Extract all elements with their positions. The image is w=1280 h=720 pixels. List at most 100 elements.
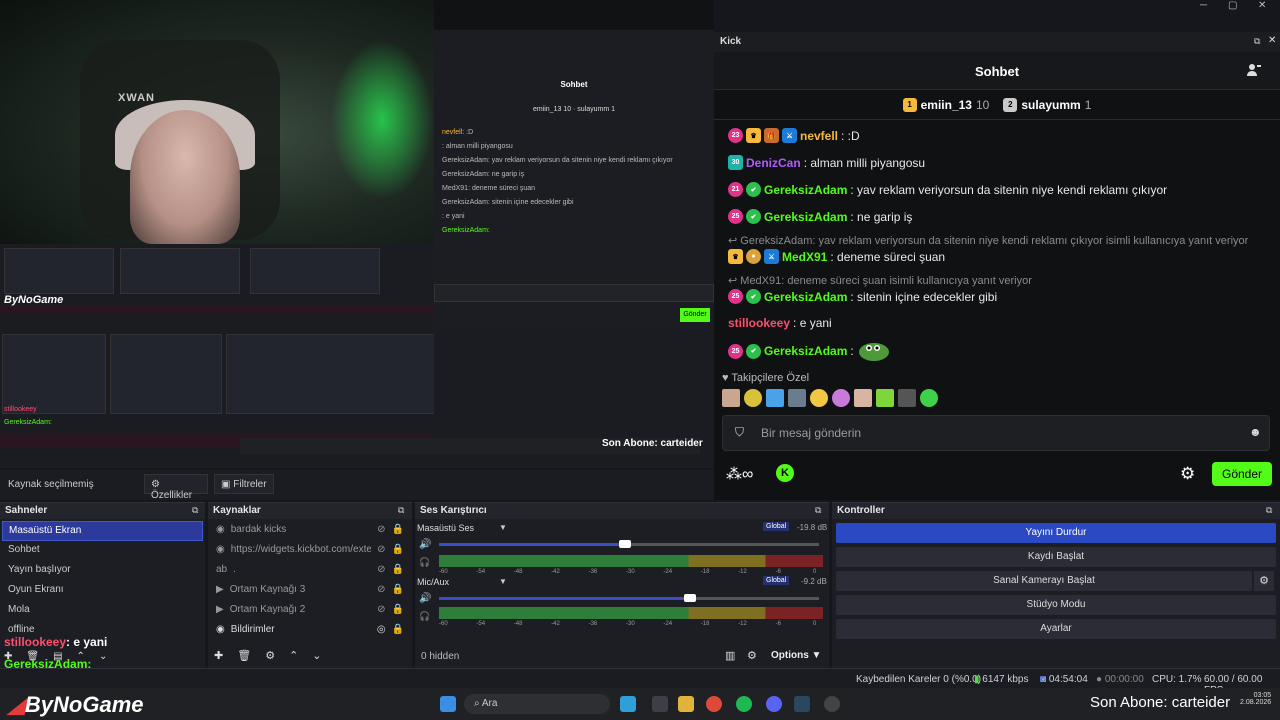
settings-button[interactable]: Ayarlar [836, 619, 1276, 639]
chevron-down-icon[interactable]: ▼ [499, 523, 507, 532]
settings-gear-icon[interactable]: ⚙ [1180, 464, 1195, 484]
username[interactable]: MedX91 [782, 250, 827, 264]
volume-handle[interactable] [619, 540, 632, 548]
up-icon[interactable]: ⌃ [289, 649, 298, 662]
chat-input-placeholder[interactable]: Bir mesaj gönderin [761, 426, 861, 440]
start-recording-button[interactable]: Kaydı Başlat [836, 547, 1276, 567]
emote-icon[interactable] [810, 389, 828, 407]
source-item[interactable]: ▶ Ortam Kaynağı 2 ⊘ 🔒 [210, 601, 410, 621]
send-button[interactable]: Gönder [1212, 462, 1272, 486]
scene-item[interactable]: Yayın başlıyor [2, 561, 203, 581]
kick-close-icon[interactable]: ✕ [1268, 35, 1276, 46]
eye-icon[interactable]: ◎ [377, 624, 386, 638]
chat-message[interactable]: 21 ✔ GereksizAdam : yav reklam veriyorsu… [728, 182, 1167, 197]
windows-start-icon[interactable] [440, 696, 456, 712]
discord-icon[interactable] [766, 696, 782, 712]
emote-icon[interactable] [898, 389, 916, 407]
speaker-icon[interactable]: 🔊 [419, 539, 431, 550]
shield-icon[interactable]: ⛉ [735, 425, 744, 440]
emote-icon[interactable] [832, 389, 850, 407]
chat-input-box[interactable]: ⛉ Bir mesaj gönderin ☻ [722, 415, 1270, 451]
edge-icon[interactable] [620, 696, 636, 712]
source-item[interactable]: ▶ Ortam Kaynağı 3 ⊘ 🔒 [210, 581, 410, 601]
chat-message[interactable]: 25 ✔ GereksizAdam : ne garip iş [728, 209, 912, 224]
chat-message[interactable]: 23 ♛ 🎁 ⚔ nevfell : :D [728, 128, 860, 143]
points-icon[interactable]: ⁂∞ [726, 464, 753, 484]
dock-icon[interactable]: ⧉ [1266, 505, 1272, 516]
dock-icon[interactable]: ⧉ [192, 505, 198, 516]
add-icon[interactable]: ✚ [214, 649, 223, 662]
username[interactable]: DenizCan [746, 156, 801, 170]
username[interactable]: GereksizAdam [764, 290, 847, 304]
scene-item[interactable]: Oyun Ekranı [2, 581, 203, 601]
hidden-eye-icon[interactable]: ⊘ [377, 544, 385, 558]
username[interactable]: nevfell [800, 129, 838, 143]
filters-button[interactable]: ▣ Filtreler [214, 474, 274, 494]
chat-message[interactable]: 30 DenizCan : alman milli piyangosu [728, 155, 925, 170]
chat-message[interactable]: stillookeey : e yani [728, 316, 832, 330]
chat-message[interactable]: 25 ✔ GereksizAdam : [728, 340, 891, 362]
emote-icon[interactable] [722, 389, 740, 407]
lock-icon[interactable]: 🔒 [392, 544, 404, 558]
reply-context[interactable]: ↩ GereksizAdam: yav reklam veriyorsun da… [728, 234, 1248, 247]
chevron-down-icon[interactable]: ▼ [499, 577, 507, 586]
volume-handle[interactable] [683, 594, 696, 602]
scene-item[interactable]: Masaüstü Ekran [2, 521, 203, 541]
scene-item[interactable]: Mola [2, 601, 203, 621]
folder-icon[interactable] [678, 696, 694, 712]
lock-icon[interactable]: 🔒 [392, 624, 404, 638]
maximize-icon[interactable]: ▢ [1228, 0, 1237, 11]
scene-item[interactable]: Sohbet [2, 541, 203, 561]
spotify-icon[interactable] [736, 696, 752, 712]
lock-icon[interactable]: 🔒 [392, 584, 404, 598]
app-icon[interactable] [652, 696, 668, 712]
virtual-camera-button[interactable]: Sanal Kamerayı Başlat [836, 571, 1252, 591]
virtual-camera-settings-icon[interactable]: ⚙ [1254, 571, 1274, 591]
emoji-icon[interactable]: ☻ [1249, 425, 1262, 439]
username[interactable]: stillookeey [728, 316, 790, 330]
user-settings-icon[interactable] [1246, 62, 1262, 78]
emote-icon[interactable] [744, 389, 762, 407]
close-icon[interactable]: ✕ [1258, 0, 1266, 11]
lock-icon[interactable]: 🔒 [392, 604, 404, 618]
lock-icon[interactable]: 🔒 [392, 524, 404, 538]
reply-context[interactable]: ↩ MedX91: deneme süreci şuan isimli kull… [728, 274, 1032, 287]
options-button[interactable]: Options ▼ [771, 650, 821, 661]
emote-icon[interactable] [854, 389, 872, 407]
speaker-icon[interactable]: 🔊 [419, 593, 431, 604]
trash-icon[interactable]: 🗑 [237, 649, 251, 662]
emote-icon[interactable] [876, 389, 894, 407]
chat-message[interactable]: 25 ✔ GereksizAdam : sitenin içine edecek… [728, 289, 997, 304]
source-item[interactable]: ◉ Bildirimler ◎ 🔒 [210, 621, 410, 641]
gifter-2[interactable]: 2 sulayumm 1 [1003, 97, 1091, 112]
username[interactable]: GereksizAdam [764, 210, 847, 224]
taskbar-search[interactable]: ⌕ Ara [464, 694, 610, 714]
emote-icon[interactable] [766, 389, 784, 407]
headphones-icon[interactable]: 🎧 [419, 557, 430, 568]
lock-icon[interactable]: 🔒 [392, 564, 404, 578]
username[interactable]: GereksizAdam [764, 183, 847, 197]
stop-stream-button[interactable]: Yayını Durdur [836, 523, 1276, 543]
volume-slider[interactable] [439, 597, 819, 600]
kick-logo-icon[interactable]: K [776, 464, 794, 482]
properties-button[interactable]: ⚙ Özellikler [144, 474, 208, 501]
dock-icon[interactable]: ⧉ [815, 505, 821, 516]
chat-message[interactable]: ♛ ● ⚔ MedX91 : deneme süreci şuan [728, 249, 945, 264]
studio-mode-button[interactable]: Stüdyo Modu [836, 595, 1276, 615]
popout-icon[interactable]: ⧉ [1254, 36, 1260, 47]
gear-icon[interactable]: ⚙ [265, 649, 275, 662]
layout-icon[interactable]: ▥ [725, 649, 735, 662]
emote-icon[interactable] [788, 389, 806, 407]
gifter-1[interactable]: 1 emiin_13 10 [902, 97, 989, 112]
source-item[interactable]: ◉ https://widgets.kickbot.com/exte ⊘ 🔒 [210, 541, 410, 561]
source-item[interactable]: ◉ bardak kicks ⊘ 🔒 [210, 521, 410, 541]
hidden-eye-icon[interactable]: ⊘ [377, 524, 385, 538]
hidden-eye-icon[interactable]: ⊘ [377, 564, 385, 578]
down-icon[interactable]: ⌄ [99, 651, 107, 662]
minimize-icon[interactable]: ─ [1200, 0, 1207, 11]
source-item[interactable]: ab. ⊘ 🔒 [210, 561, 410, 581]
hidden-eye-icon[interactable]: ⊘ [377, 604, 385, 618]
down-icon[interactable]: ⌄ [312, 649, 321, 662]
headphones-icon[interactable]: 🎧 [419, 611, 430, 622]
dock-icon[interactable]: ⧉ [398, 505, 404, 516]
